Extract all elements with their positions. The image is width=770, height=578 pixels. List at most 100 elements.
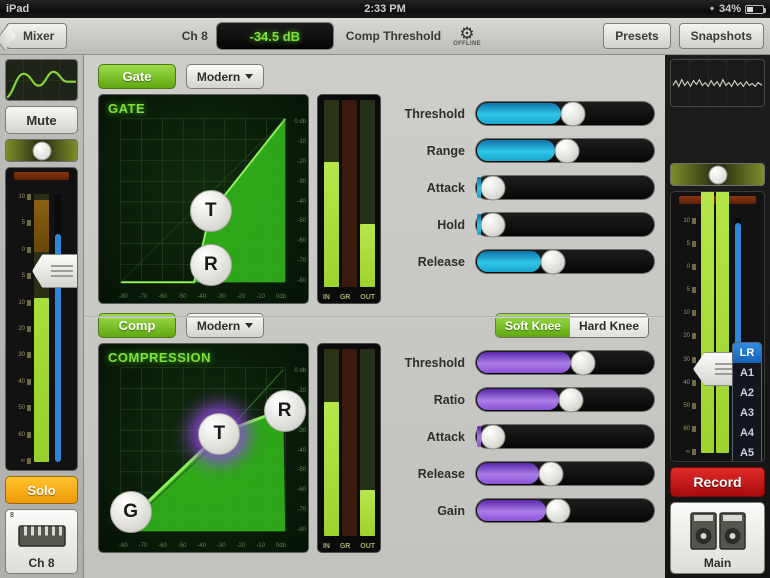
- gate-range-slider[interactable]: [475, 138, 655, 163]
- comp-release-slider[interactable]: [475, 461, 655, 486]
- slider-knob[interactable]: [558, 387, 584, 412]
- axis-tick-y: -70: [297, 507, 306, 514]
- offline-settings-button[interactable]: ⚙ OFFLINE: [453, 25, 481, 47]
- slider-fill: [477, 103, 561, 124]
- comp-gain-slider[interactable]: [475, 498, 655, 523]
- comp-gain-handle[interactable]: G: [109, 491, 152, 533]
- comp-x-axis-labels: -80 -70 -60 -50 -40 -30 -20 -10 0db: [119, 543, 286, 549]
- meter-label: GR: [339, 294, 351, 301]
- axis-tick-x: -70: [138, 294, 148, 300]
- gate-threshold-handle[interactable]: T: [189, 189, 232, 232]
- gate-attack-slider[interactable]: [475, 175, 655, 200]
- slider-label: Release: [417, 466, 465, 481]
- slider-knob[interactable]: [480, 175, 506, 200]
- slider-knob[interactable]: [570, 350, 596, 375]
- comp-model-label: Modern: [196, 318, 241, 333]
- channel-fader[interactable]: 10 5 0 5 10 20 30 40 50 60 ∞: [5, 167, 78, 471]
- fader-scale-tick: 20: [674, 333, 696, 340]
- slider-knob[interactable]: [538, 461, 564, 486]
- soft-knee-label: Soft Knee: [504, 318, 561, 333]
- bus-item-a5[interactable]: A5: [733, 443, 761, 461]
- fader-scale-tick: 0: [9, 246, 31, 253]
- gate-power-button[interactable]: Gate: [98, 64, 176, 89]
- value-readout: -34.5 dB: [215, 22, 334, 50]
- channel-meter-fill: [34, 298, 49, 462]
- pan-knob[interactable]: [32, 141, 51, 160]
- axis-tick-y: -60: [297, 487, 306, 494]
- bus-item-a1[interactable]: A1: [733, 363, 761, 383]
- slider-fill: [477, 389, 559, 410]
- mixer-app: iPad 2:33 PM ᛭ 34% Mixer Ch 8 -34.5 dB C…: [0, 0, 770, 578]
- gate-model-dropdown[interactable]: Modern: [186, 64, 264, 89]
- speakers-icon: [689, 511, 747, 556]
- fader-cap: [14, 172, 69, 180]
- slider-knob[interactable]: [554, 138, 580, 163]
- slider-knob[interactable]: [480, 424, 506, 449]
- slider-knob[interactable]: [480, 212, 506, 237]
- gate-threshold-slider[interactable]: [475, 101, 655, 126]
- fader-scale-tick: 60: [674, 425, 696, 432]
- bus-item-a3[interactable]: A3: [733, 403, 761, 423]
- comp-ratio-handle[interactable]: R: [263, 390, 306, 433]
- axis-tick-y: -40: [297, 198, 306, 205]
- axis-tick-x: -30: [217, 543, 226, 549]
- snapshots-button[interactable]: Snapshots: [678, 23, 765, 49]
- back-to-mixer-button[interactable]: Mixer: [6, 23, 68, 49]
- presets-button[interactable]: Presets: [603, 23, 671, 49]
- slider-label: Threshold: [404, 106, 465, 121]
- axis-tick-y: -80: [297, 527, 306, 533]
- bus-item-lr[interactable]: LR: [733, 343, 761, 363]
- gate-slider-row: Threshold: [403, 100, 655, 127]
- bus-item-a4[interactable]: A4: [733, 423, 761, 443]
- axis-tick-x: -20: [236, 543, 246, 549]
- gate-out-meter-fill: [360, 223, 375, 287]
- slider-knob[interactable]: [545, 498, 571, 523]
- fader-scale-tick: 50: [9, 405, 31, 412]
- axis-tick-x: 0db: [275, 294, 286, 300]
- comp-graph[interactable]: COMPRESSION 0 db -10 -30 -40 -50 -60 -70…: [98, 343, 309, 553]
- gate-graph[interactable]: GATE 0 db -10 -20 -30 -40 -50 -60 -70 -8…: [98, 94, 309, 304]
- gate-release-slider[interactable]: [475, 249, 655, 274]
- axis-tick-y: -50: [297, 467, 306, 474]
- slider-label: Threshold: [404, 355, 465, 370]
- slider-fill: [477, 140, 556, 161]
- comp-attack-slider[interactable]: [475, 424, 655, 449]
- pan-control[interactable]: [5, 139, 78, 162]
- main-pan-control[interactable]: [670, 163, 765, 186]
- fader-scale-tick: 40: [674, 379, 696, 386]
- axis-tick-y: 0 db: [294, 119, 306, 125]
- gate-x-axis-labels: -80 -70 -60 -50 -40 -30 -20 -10 0db: [119, 294, 286, 300]
- axis-tick-x: -10: [256, 294, 265, 300]
- solo-label: Solo: [27, 482, 56, 498]
- ios-status-bar: iPad 2:33 PM ᛭ 34%: [0, 0, 770, 18]
- comp-ratio-slider[interactable]: [475, 387, 655, 412]
- axis-tick-x: -20: [236, 294, 246, 300]
- gate-slider-row: Range: [403, 137, 655, 164]
- comp-slider-row: Threshold: [403, 349, 655, 376]
- slider-fill: [477, 463, 540, 484]
- fader-scale-tick: ∞: [674, 448, 696, 455]
- comp-threshold-slider[interactable]: [475, 350, 655, 375]
- main-fader[interactable]: 10505102030405060∞ LRA1A2A3A4A5A6REVDLY: [670, 191, 765, 462]
- solo-button[interactable]: Solo: [5, 476, 78, 504]
- hard-knee-label: Hard Knee: [578, 318, 639, 333]
- mute-button[interactable]: Mute: [5, 106, 78, 134]
- fader-scale-tick: 10: [9, 194, 31, 200]
- main-select-button[interactable]: Main: [670, 502, 765, 574]
- gate-range-handle[interactable]: R: [189, 244, 232, 287]
- gate-gr-meter-track: [342, 100, 357, 287]
- comp-slider-group: Threshold Ratio Attack Release Gain: [389, 343, 655, 553]
- gate-hold-slider[interactable]: [475, 212, 655, 237]
- waveform-thumbnail[interactable]: [670, 59, 765, 107]
- eq-curve-thumbnail[interactable]: [5, 59, 78, 101]
- bus-item-a2[interactable]: A2: [733, 383, 761, 403]
- slider-knob[interactable]: [540, 249, 566, 274]
- fader-scale-tick: ∞: [9, 457, 31, 464]
- meter-label: IN: [322, 294, 330, 301]
- record-button[interactable]: Record: [670, 467, 765, 497]
- slider-knob[interactable]: [560, 101, 586, 126]
- gate-slider-group: Threshold Range Attack Hold Release: [389, 94, 655, 304]
- main-pan-knob[interactable]: [708, 165, 727, 184]
- channel-select-button[interactable]: 8 Ch 8: [5, 509, 78, 574]
- chevron-down-icon: [245, 323, 254, 328]
